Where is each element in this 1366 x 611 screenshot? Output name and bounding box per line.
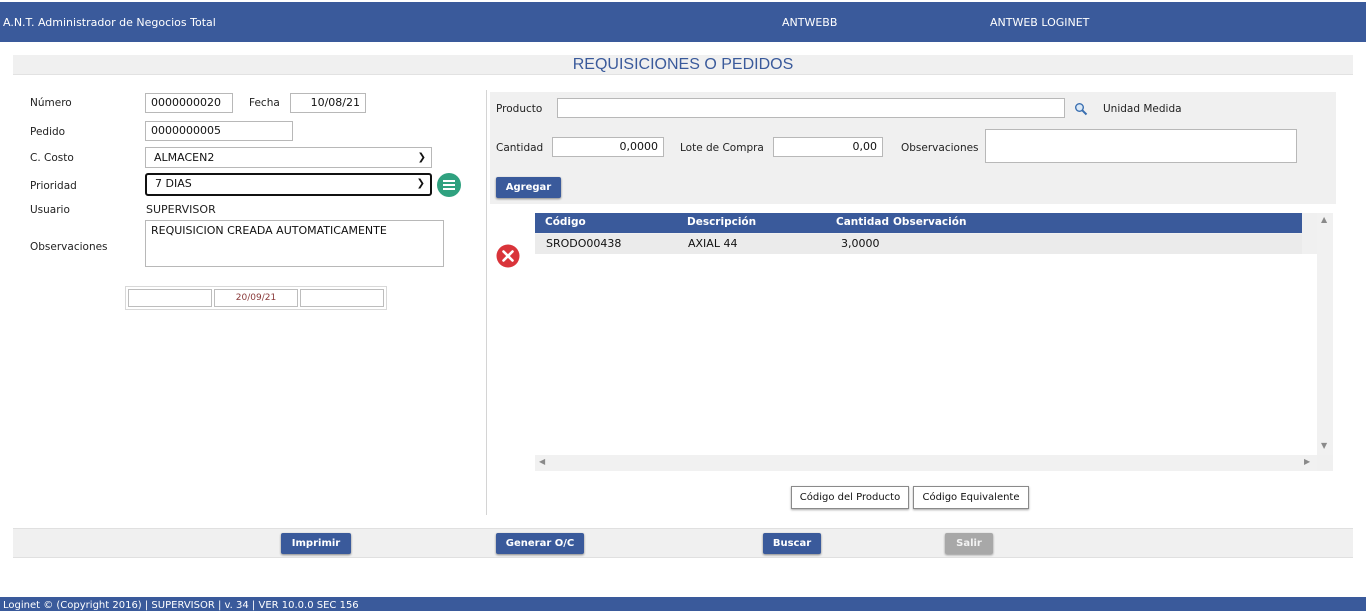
numero-field[interactable]: 0000000020 [145,93,233,113]
panel-observaciones-label: Observaciones [901,142,979,154]
col-observacion[interactable]: Observación [893,216,966,228]
scroll-right-icon[interactable]: ▶ [1304,457,1310,466]
codigo-producto-button[interactable]: Código del Producto [791,486,909,509]
delete-row-icon[interactable] [496,244,520,268]
column-divider [486,90,487,515]
agregar-button[interactable]: Agregar [496,177,561,198]
scroll-down-icon[interactable]: ▼ [1321,441,1327,450]
cell-descripcion: AXIAL 44 [688,237,738,250]
fecha-field[interactable]: 10/08/21 [290,93,366,113]
horizontal-scrollbar[interactable]: ◀ ▶ [535,455,1317,471]
table-row[interactable]: SRODO00438 AXIAL 44 3,0000 [535,234,1302,254]
pedido-label: Pedido [30,126,66,138]
usuario-label: Usuario [30,204,70,216]
usuario-value: SUPERVISOR [146,203,216,216]
prioridad-select[interactable]: 7 DIAS ❯ [145,173,432,196]
date-range-box: 20/09/21 [125,286,387,310]
prioridad-selected-value: 7 DIAS [155,177,192,190]
fecha-label: Fecha [249,97,280,109]
prioridad-label: Prioridad [30,180,77,192]
scroll-left-icon[interactable]: ◀ [539,457,545,466]
numero-label: Número [30,97,72,109]
action-bar [13,528,1353,558]
panel-observaciones-field[interactable] [985,129,1297,163]
lote-label: Lote de Compra [680,142,764,154]
date-field-1[interactable] [128,289,212,307]
lote-field[interactable]: 0,00 [773,137,883,157]
date-field-2[interactable]: 20/09/21 [214,289,298,307]
pedido-field[interactable]: 0000000005 [145,121,293,141]
title-strip: REQUISICIONES O PEDIDOS [13,55,1353,75]
col-cantidad[interactable]: Cantidad [836,216,889,228]
cantidad-field[interactable]: 0,0000 [552,137,664,157]
footer: Loginet © (Copyright 2016) | SUPERVISOR … [0,597,1366,611]
grid-body [535,254,1317,455]
chevron-down-icon: ❯ [417,152,426,163]
search-icon[interactable] [1074,102,1088,116]
producto-label: Producto [496,103,543,115]
salir-button[interactable]: Salir [945,533,993,554]
company-name[interactable]: ANTWEBB [782,16,837,29]
cantidad-label: Cantidad [496,142,544,154]
col-codigo[interactable]: Código [545,216,586,228]
page-title: REQUISICIONES O PEDIDOS [572,56,794,73]
cell-codigo: SRODO00438 [546,237,622,250]
producto-field[interactable] [557,98,1065,118]
grid-header: Código Descripción Cantidad Observación [535,213,1302,233]
observaciones-label: Observaciones [30,241,108,253]
system-name[interactable]: ANTWEB LOGINET [990,16,1089,29]
cell-cantidad: 3,0000 [841,237,880,250]
top-bar: A.N.T. Administrador de Negocios Total A… [0,2,1366,42]
generar-oc-button[interactable]: Generar O/C [496,533,584,554]
date-field-3[interactable] [300,289,384,307]
app-title: A.N.T. Administrador de Negocios Total [3,16,216,29]
buscar-button[interactable]: Buscar [763,533,821,554]
imprimir-button[interactable]: Imprimir [281,533,351,554]
vertical-scrollbar[interactable]: ▲ ▼ [1317,213,1333,455]
observaciones-field[interactable]: REQUISICION CREADA AUTOMATICAMENTE [145,220,444,267]
codigo-equivalente-button[interactable]: Código Equivalente [913,486,1029,509]
chevron-down-icon: ❯ [416,178,425,189]
unidad-medida-label: Unidad Medida [1103,103,1182,115]
costo-select[interactable]: ALMACEN2 ❯ [145,147,432,168]
scroll-up-icon[interactable]: ▲ [1321,215,1327,224]
costo-label: C. Costo [30,152,74,164]
menu-icon[interactable] [437,173,461,197]
col-descripcion[interactable]: Descripción [687,216,756,228]
costo-selected-value: ALMACEN2 [154,151,215,164]
